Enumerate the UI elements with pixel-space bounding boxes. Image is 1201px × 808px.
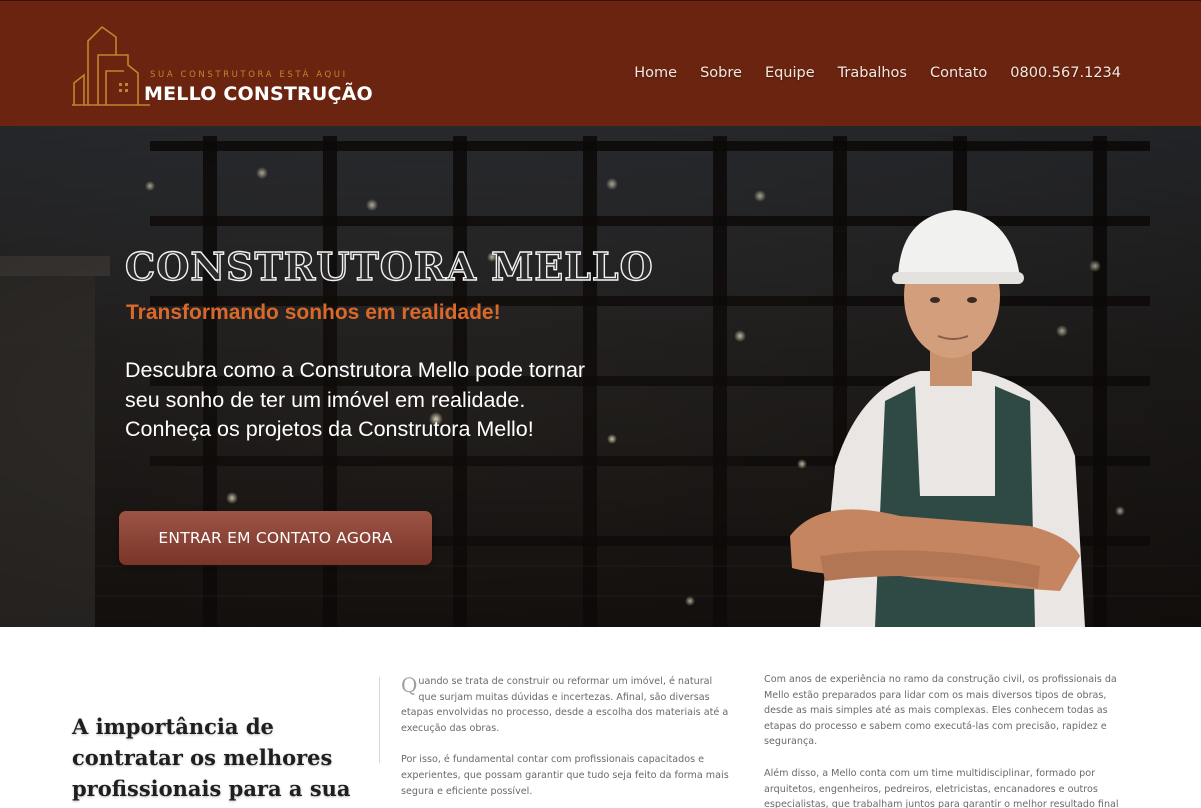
dropcap-letter: Q [401,673,418,697]
nav-item-trabalhos[interactable]: Trabalhos [838,65,907,81]
nav-item-equipe[interactable]: Equipe [765,65,815,81]
about-col2-paragraph-1: Com anos de experiência no ramo da const… [764,674,1117,748]
logo[interactable]: SUA CONSTRUTORA ESTÁ AQUI MELLO CONSTRUÇ… [72,25,373,107]
logo-tagline: SUA CONSTRUTORA ESTÁ AQUI [150,70,348,80]
nav-item-contato[interactable]: Contato [930,65,987,81]
hero-subtitle: Transformando sonhos em realidade! [126,301,501,324]
hero-title: CONSTRUTORA MELLO [124,243,654,289]
nav-item-phone[interactable]: 0800.567.1234 [1010,65,1121,81]
about-title: A importância de contratar os melhores p… [72,714,351,808]
hero-description: Descubra como a Construtora Mello pode t… [125,356,595,445]
hero-section: CONSTRUTORA MELLO Transformando sonhos e… [0,126,1201,627]
about-column-2: Com anos de experiência no ramo da const… [764,672,1132,808]
logo-name: MELLO CONSTRUÇÃO [144,83,373,105]
main-nav: Home Sobre Equipe Trabalhos Contato 0800… [611,65,1121,81]
contact-cta-button[interactable]: ENTRAR EM CONTATO AGORA [119,511,432,565]
about-column-1: Quando se trata de construir ou reformar… [401,674,731,808]
nav-item-sobre[interactable]: Sobre [700,65,742,81]
nav-item-home[interactable]: Home [634,65,677,81]
worker-photo [790,210,1085,627]
about-col2-paragraph-2: Além disso, a Mello conta com um time mu… [764,767,1119,808]
column-divider [379,677,380,763]
hero-description-line2: Conheça os projetos da Construtora Mello… [125,417,534,441]
hero-description-line1: Descubra como a Construtora Mello pode t… [125,358,586,412]
about-section: A importância de contratar os melhores p… [0,627,1201,808]
about-col1-paragraph-2: Por isso, é fundamental contar com profi… [401,754,729,797]
about-col1-paragraph-1: Quando se trata de construir ou reformar… [401,674,731,736]
about-col1-p1-text: uando se trata de construir ou reformar … [401,676,729,734]
site-header: SUA CONSTRUTORA ESTÁ AQUI MELLO CONSTRUÇ… [0,0,1201,126]
building-logo-icon [72,25,150,106]
